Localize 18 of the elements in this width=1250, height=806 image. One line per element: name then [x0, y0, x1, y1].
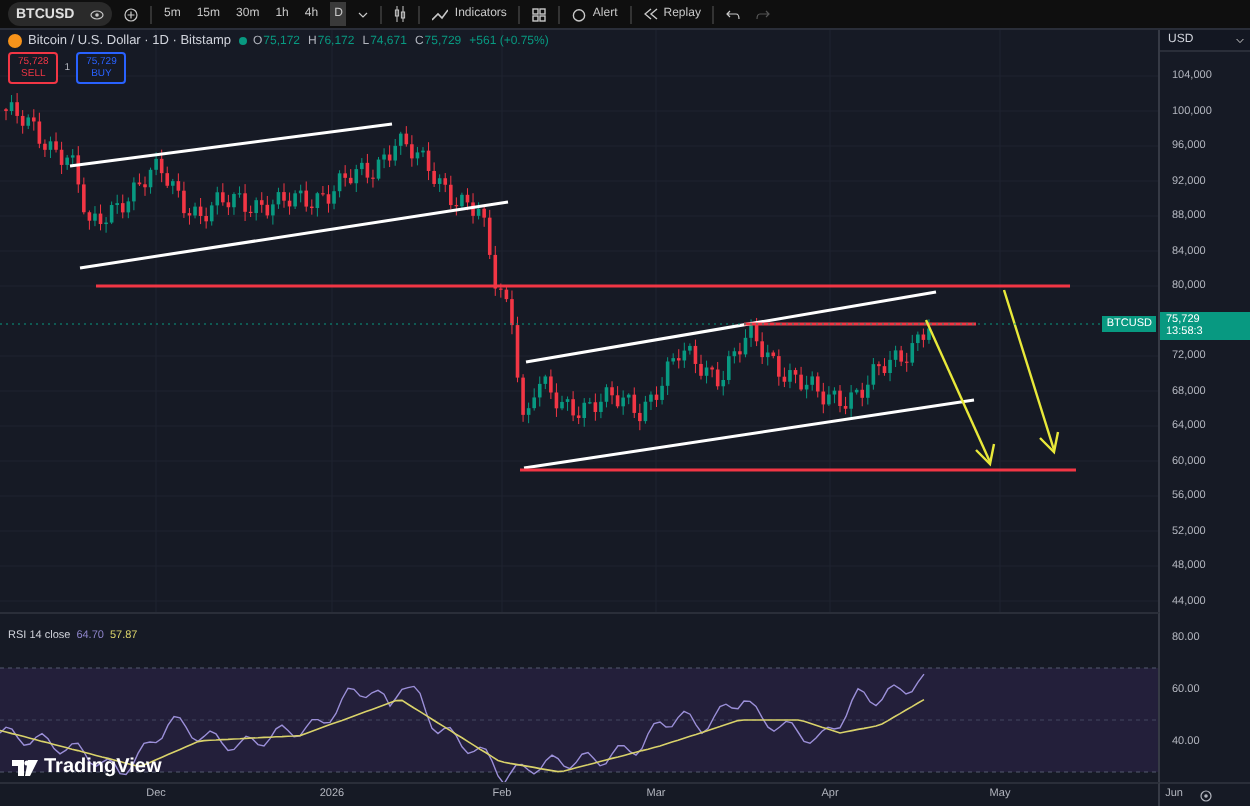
grid-icon — [532, 7, 547, 21]
candlestick-icon — [394, 6, 407, 22]
add-symbol-button[interactable] — [120, 2, 142, 26]
settings-icon[interactable] — [1199, 789, 1211, 801]
layout-button[interactable] — [528, 2, 551, 26]
caret-icon — [358, 11, 369, 17]
bitcoin-icon — [8, 34, 22, 48]
chart-type-button[interactable] — [390, 2, 411, 26]
rewind-icon — [643, 8, 658, 20]
plus-icon — [124, 7, 138, 21]
status-dot-icon — [237, 36, 247, 46]
caret-icon — [1236, 37, 1244, 43]
alarm-clock-icon — [572, 7, 587, 21]
eye-icon — [90, 9, 104, 19]
logo-icon — [12, 759, 38, 775]
undo-icon — [726, 9, 741, 19]
redo-icon — [756, 9, 771, 19]
indicators-icon — [432, 7, 449, 21]
